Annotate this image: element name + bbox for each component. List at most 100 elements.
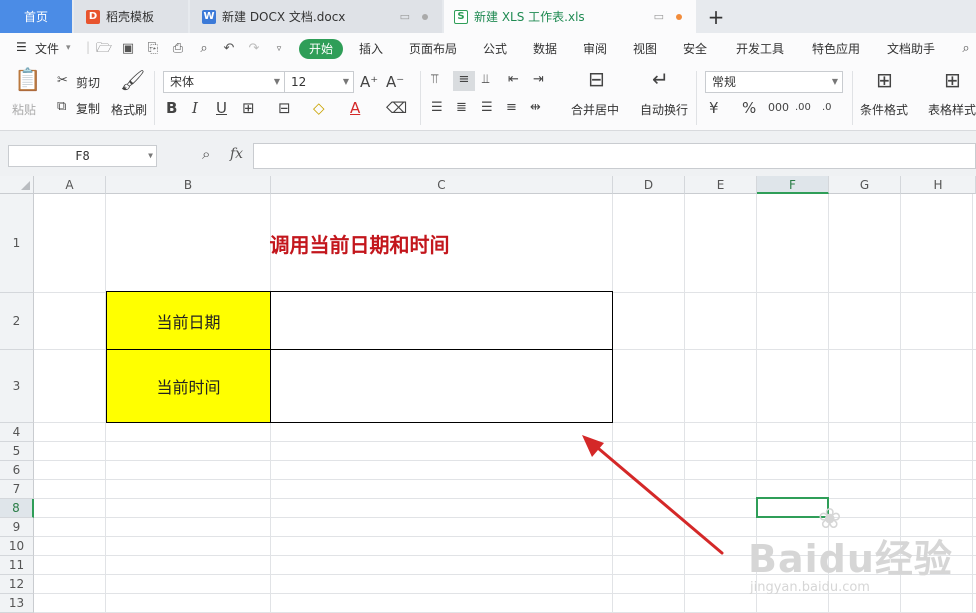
menu-view[interactable]: 视图 [633, 40, 657, 57]
row-header-4[interactable]: 4 [0, 423, 34, 442]
menu-document-helper[interactable]: 文档助手 [887, 40, 935, 57]
column-header-e[interactable]: E [685, 176, 757, 194]
menu-start[interactable]: 开始 [299, 39, 343, 59]
menu-data[interactable]: 数据 [533, 40, 557, 57]
font-color-icon[interactable]: A [350, 99, 360, 117]
align-left-icon[interactable]: ☰ [431, 99, 443, 117]
increase-decimal-icon[interactable]: .00 [795, 99, 811, 117]
print-icon[interactable]: ⎙ [170, 41, 186, 57]
menu-review[interactable]: 审阅 [583, 40, 607, 57]
tab-xls-workbook[interactable]: S 新建 XLS 工作表.xls ▭ [444, 0, 696, 33]
format-painter-button[interactable]: 格式刷 [111, 101, 147, 118]
column-header-f[interactable]: F [757, 176, 829, 194]
customize-quick-access-icon[interactable]: ▿ [271, 41, 287, 57]
formula-input[interactable] [253, 143, 976, 169]
row-header-8[interactable]: 8 [0, 499, 34, 518]
save-icon[interactable]: ▣ [120, 41, 136, 57]
menu-formula[interactable]: 公式 [483, 40, 507, 57]
menu-developer-tools[interactable]: 开发工具 [736, 40, 784, 57]
clear-format-icon[interactable]: ⌫ [386, 99, 407, 117]
open-folder-icon[interactable]: 🗁 [96, 41, 112, 57]
row-header-9[interactable]: 9 [0, 518, 34, 537]
column-header-d[interactable]: D [613, 176, 685, 194]
merge-center-button[interactable]: 合并居中 [571, 101, 619, 118]
tab-docx-document[interactable]: W 新建 DOCX 文档.docx ▭ [190, 0, 442, 33]
format-painter-icon[interactable]: 🖌 [120, 70, 145, 90]
tab-home[interactable]: 首页 [0, 0, 72, 33]
menu-security[interactable]: 安全 [683, 40, 707, 57]
copy-icon[interactable]: ⧉ [57, 98, 66, 116]
wrap-text-icon[interactable]: ↵ [652, 69, 669, 89]
chevron-down-icon[interactable]: ▾ [66, 43, 71, 53]
current-date-label-cell[interactable]: 当前日期 [106, 291, 271, 350]
paste-button[interactable]: 粘贴 [12, 101, 36, 118]
merge-center-icon[interactable]: ⊟ [588, 69, 605, 89]
table-style-icon[interactable]: ⊞ [944, 70, 961, 90]
font-name-select[interactable]: 宋体 ▼ [163, 71, 285, 93]
screen-icon[interactable]: ▭ [654, 10, 664, 23]
align-center-icon[interactable]: ≣ [456, 99, 467, 117]
distribute-icon[interactable]: ⇹ [530, 99, 541, 117]
font-size-select[interactable]: 12 ▼ [284, 71, 354, 93]
fill-color-icon[interactable]: ◇ [313, 99, 325, 117]
row-header-13[interactable]: 13 [0, 594, 34, 613]
underline-icon[interactable]: U [216, 99, 227, 117]
screen-icon[interactable]: ▭ [400, 10, 410, 23]
align-middle-icon[interactable]: ≡ [453, 71, 475, 91]
row-header-6[interactable]: 6 [0, 461, 34, 480]
wrap-text-button[interactable]: 自动换行 [640, 101, 688, 118]
row-header-7[interactable]: 7 [0, 480, 34, 499]
column-header-g[interactable]: G [829, 176, 901, 194]
italic-icon[interactable]: I [192, 99, 198, 117]
undo-icon[interactable]: ↶ [221, 41, 237, 57]
hamburger-icon[interactable]: ☰ [16, 40, 27, 54]
menu-file[interactable]: 文件 [35, 40, 59, 57]
sheet-title-cell[interactable]: 调用当前日期和时间 [106, 194, 613, 292]
current-time-label-cell[interactable]: 当前时间 [106, 349, 271, 423]
scissors-icon[interactable]: ✂ [57, 72, 68, 90]
currency-icon[interactable]: ¥ [709, 99, 719, 117]
table-style-button[interactable]: 表格样式 [928, 101, 976, 118]
menu-insert[interactable]: 插入 [359, 40, 383, 57]
current-date-value-cell[interactable] [270, 291, 613, 350]
row-header-3[interactable]: 3 [0, 350, 34, 423]
comma-style-icon[interactable]: 000 [768, 99, 789, 117]
paste-icon[interactable]: 📋 [14, 70, 41, 92]
indent-increase-icon[interactable]: ⇥ [533, 71, 544, 89]
menu-special-apps[interactable]: 特色应用 [812, 40, 860, 57]
align-right-icon[interactable]: ☰ [481, 99, 493, 117]
print-preview-icon[interactable]: ⌕ [196, 41, 212, 57]
column-header-b[interactable]: B [106, 176, 271, 194]
row-header-2[interactable]: 2 [0, 293, 34, 350]
increase-font-icon[interactable]: A⁺ [360, 73, 378, 91]
row-header-10[interactable]: 10 [0, 537, 34, 556]
decrease-decimal-icon[interactable]: .0 [822, 99, 832, 117]
zoom-search-icon[interactable]: ⌕ [202, 145, 210, 163]
new-tab-button[interactable]: + [702, 0, 730, 33]
export-icon[interactable]: ⎘ [145, 41, 161, 57]
copy-button[interactable]: 复制 [76, 100, 100, 117]
cell-format-icon[interactable]: ⊟ [278, 99, 291, 117]
align-bottom-icon[interactable]: ⫫ [482, 71, 489, 89]
number-format-select[interactable]: 常规 ▼ [705, 71, 843, 93]
tab-daoke-templates[interactable]: D 稻壳模板 [74, 0, 188, 33]
column-header-a[interactable]: A [34, 176, 106, 194]
name-box[interactable]: F8 ▼ [8, 145, 157, 167]
align-top-icon[interactable]: ⫪ [431, 71, 438, 89]
conditional-format-icon[interactable]: ⊞ [876, 70, 893, 90]
column-header-h[interactable]: H [901, 176, 976, 194]
row-header-1[interactable]: 1 [0, 194, 34, 293]
decrease-font-icon[interactable]: A⁻ [386, 73, 404, 91]
cut-button[interactable]: 剪切 [76, 74, 100, 91]
menu-page-layout[interactable]: 页面布局 [409, 40, 457, 57]
redo-icon[interactable]: ↷ [246, 41, 262, 57]
select-all-corner[interactable] [0, 176, 34, 194]
border-icon[interactable]: ⊞ [242, 99, 255, 117]
search-icon[interactable]: ⌕ [958, 41, 974, 57]
bold-icon[interactable]: B [166, 99, 177, 117]
justify-icon[interactable]: ≡ [506, 99, 517, 117]
row-header-12[interactable]: 12 [0, 575, 34, 594]
row-header-5[interactable]: 5 [0, 442, 34, 461]
column-header-c[interactable]: C [271, 176, 613, 194]
insert-function-button[interactable]: fx [230, 146, 243, 162]
